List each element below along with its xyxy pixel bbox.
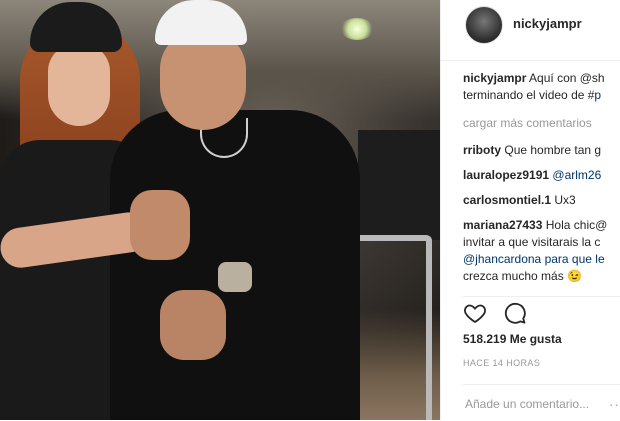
caption-line-2: terminando el video de #p <box>463 87 620 104</box>
comment-continuation: @jhancardona para que le <box>463 251 620 268</box>
comment: carlosmontiel.1 Ux3 <box>463 192 620 209</box>
caption-user[interactable]: nickyjampr <box>463 71 526 85</box>
action-bar <box>463 296 620 327</box>
chair-back <box>358 130 440 240</box>
tattooed-hand <box>160 290 226 360</box>
comment: rriboty Que hombre tan g <box>463 142 620 159</box>
add-comment-bar: Añade un comentario... ··· <box>463 384 620 421</box>
avatar[interactable] <box>465 6 503 44</box>
wristwatch <box>218 262 252 292</box>
comment-text: Hola chic@ <box>545 218 608 232</box>
comment-mention[interactable]: @arlm26 <box>552 168 601 182</box>
woman-face <box>48 44 110 126</box>
post-timestamp: HACE 14 HORAS <box>463 358 541 368</box>
comment-user[interactable]: carlosmontiel.1 <box>463 193 551 207</box>
man-face <box>160 30 246 130</box>
more-options-icon[interactable]: ··· <box>609 397 620 412</box>
load-more-comments[interactable]: cargar más comentarios <box>463 115 620 132</box>
caption-line-1: nickyjampr Aquí con @sh <box>463 70 620 87</box>
post-photo[interactable] <box>0 0 440 420</box>
comment-continuation: invitar a que visitarais la c <box>463 235 601 249</box>
post-username[interactable]: nickyjampr <box>513 16 582 31</box>
studio-lamp <box>340 18 374 40</box>
post-header: nickyjampr <box>441 0 620 61</box>
caption-text-2: terminando el video de # <box>463 88 595 102</box>
likes-count[interactable]: 518.219 Me gusta <box>463 332 562 346</box>
add-comment-input[interactable]: Añade un comentario... <box>465 397 589 411</box>
comment-user[interactable]: mariana27433 <box>463 218 542 232</box>
comment-list: nickyjampr Aquí con @sh terminando el vi… <box>463 70 620 285</box>
comment-text: Ux3 <box>554 193 576 207</box>
comment-user[interactable]: rriboty <box>463 143 501 157</box>
comment-icon[interactable] <box>503 301 529 327</box>
peace-sign-hand <box>130 190 190 260</box>
comment-text: Que hombre tan g <box>504 143 602 157</box>
comment-user[interactable]: lauralopez9191 <box>463 168 549 182</box>
comment: mariana27433 Hola chic@ <box>463 217 620 234</box>
heart-icon[interactable] <box>463 301 489 327</box>
comment-continuation: crezca mucho más 😉 <box>463 269 582 283</box>
post-sidebar: nickyjampr nickyjampr Aquí con @sh termi… <box>440 0 620 420</box>
comment-mention[interactable]: @jhancardona para que le <box>463 252 605 266</box>
comment: lauralopez9191 @arlm26 <box>463 167 620 184</box>
caption-text: Aquí con @sh <box>529 71 605 85</box>
caption-hashtag[interactable]: p <box>594 88 601 102</box>
